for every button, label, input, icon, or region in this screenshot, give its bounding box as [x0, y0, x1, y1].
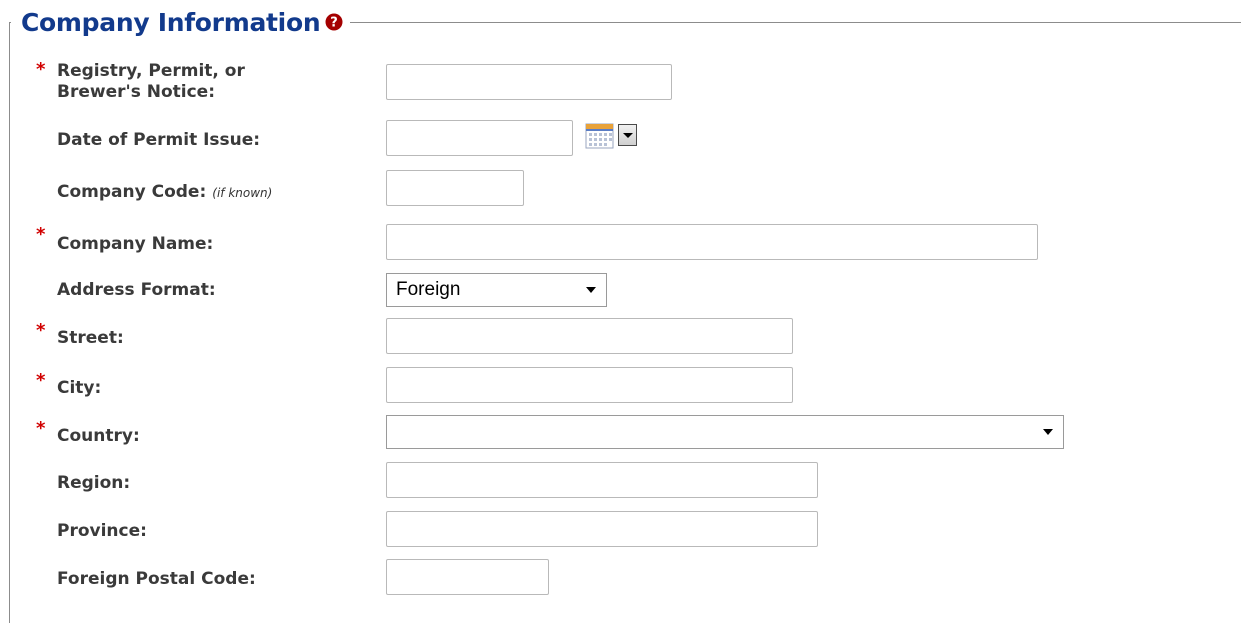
- company-code-note: (if known): [212, 186, 273, 200]
- section-title: Company Information: [21, 7, 321, 37]
- registry-label-line1: Registry, Permit, or: [57, 61, 245, 81]
- street-input[interactable]: [386, 318, 793, 354]
- caret-down-icon: [586, 287, 596, 293]
- required-marker: *: [36, 59, 46, 80]
- company-name-input[interactable]: [386, 224, 1038, 260]
- province-label: Province:: [57, 521, 147, 541]
- postal-code-label: Foreign Postal Code:: [57, 569, 256, 589]
- company-name-label: Company Name:: [57, 234, 214, 254]
- company-code-input[interactable]: [386, 170, 524, 206]
- street-label: Street:: [57, 328, 124, 348]
- address-format-value: Foreign: [396, 279, 461, 300]
- city-input[interactable]: [386, 367, 793, 403]
- svg-text:?: ?: [331, 16, 339, 31]
- country-select[interactable]: [386, 415, 1064, 449]
- required-marker: *: [36, 320, 46, 341]
- company-code-label-text: Company Code:: [57, 182, 207, 202]
- country-label: Country:: [57, 426, 140, 446]
- caret-down-icon: [1043, 429, 1053, 435]
- registry-input[interactable]: [386, 64, 672, 100]
- permit-date-input[interactable]: [386, 120, 573, 156]
- question-circle-icon[interactable]: ?: [325, 13, 343, 31]
- address-format-label: Address Format:: [57, 280, 216, 300]
- section-legend: Company Information ?: [11, 2, 351, 42]
- required-marker: *: [36, 370, 46, 391]
- permit-date-label: Date of Permit Issue:: [57, 130, 261, 150]
- required-marker: *: [36, 418, 46, 439]
- calendar-icon[interactable]: [585, 120, 616, 150]
- chevron-down-icon[interactable]: [618, 124, 637, 146]
- registry-label: Registry, Permit, or Brewer's Notice:: [57, 61, 245, 103]
- date-picker-button[interactable]: [585, 120, 640, 150]
- city-label: City:: [57, 378, 102, 398]
- address-format-select[interactable]: Foreign: [386, 273, 607, 307]
- province-input[interactable]: [386, 511, 818, 547]
- required-marker: *: [36, 224, 46, 245]
- registry-label-line2: Brewer's Notice:: [57, 82, 215, 102]
- company-code-label: Company Code: (if known): [57, 182, 272, 204]
- region-label: Region:: [57, 473, 131, 493]
- region-input[interactable]: [386, 462, 818, 498]
- postal-code-input[interactable]: [386, 559, 549, 595]
